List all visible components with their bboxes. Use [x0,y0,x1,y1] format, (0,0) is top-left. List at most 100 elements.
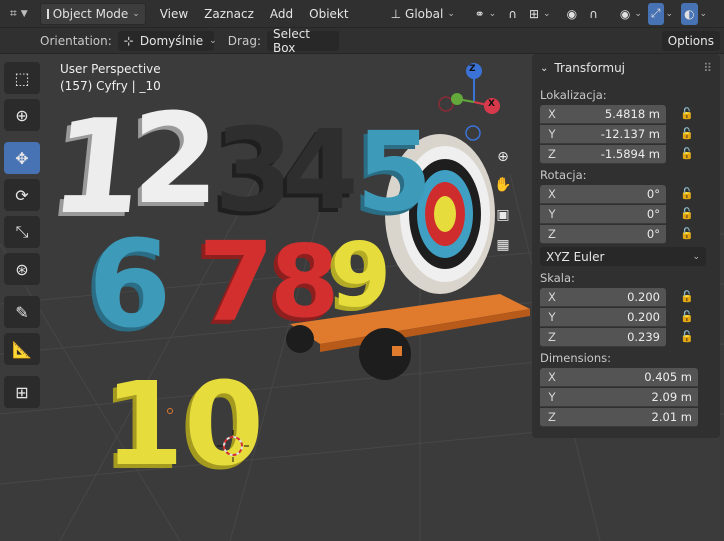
scale-z-field[interactable]: Z 0.239 [540,327,666,347]
orientation-dropdown[interactable]: ⊹ Domyślnie ⌄ [117,30,217,51]
object-info: (157) Cyfry | _10 [60,79,161,93]
chevron-down-icon: ⌄ [488,8,497,19]
lock-icon[interactable]: 🔓 [680,207,694,221]
viewport-header: ⌗ ▼ Object Mode ⌄ View Zaznacz Add Obiekt… [0,0,724,28]
cursor-tool[interactable]: ⊕ [4,99,40,131]
axis-label: X [548,186,556,201]
scale-label: Skala: [540,271,575,285]
dimensions-z-field[interactable]: Z 2.01 m [540,407,698,427]
panel-header[interactable]: ⌄ Transformuj ⠿ [532,54,720,82]
crosshair-cursor-icon: ⊕ [15,105,29,125]
chevron-down-icon: ⌄ [540,62,549,74]
pencil-icon: ✎ [15,302,29,322]
snap-target-button[interactable]: ⊞ ⌄ [523,3,557,25]
rotation-z-row: Z 0° 🔓 [532,224,720,244]
visibility-button[interactable]: ◉ ⌄ [614,3,648,25]
dimensions-y-field[interactable]: Y 2.09 m [540,387,698,407]
orientation-label: Global [405,6,444,21]
orientation-value: Domyślnie [139,33,204,48]
eye-icon: ◉ [619,6,631,21]
transform-orientation-select[interactable]: ⊥ Global ⌄ [385,3,465,25]
lock-icon[interactable]: 🔓 [680,127,694,141]
gizmo-toggle[interactable]: ⤢ [647,2,664,25]
scale-tool[interactable]: ⤡ [4,216,40,248]
orientation-icon: ⊹ [123,33,134,48]
rotation-y-row: Y 0° 🔓 [532,204,720,224]
drag-dropdown[interactable]: Select Box [266,27,339,55]
scale-icon: ⤡ [15,222,29,241]
lock-icon[interactable]: 🔓 [680,330,694,344]
transform-tool[interactable]: ⊛ [4,253,40,285]
snap-toggle[interactable]: ∩ [502,3,523,25]
overlays-toggle[interactable]: ◐ [681,2,698,25]
field-value: 0.405 m [644,369,692,384]
rotation-mode-dropdown[interactable]: XYZ Euler ⌄ [540,247,706,266]
camera-icon[interactable]: ▣ [491,204,515,226]
location-y-field[interactable]: Y -12.137 m [540,124,666,144]
lock-icon[interactable]: 🔓 [680,310,694,324]
proportional-edit-toggle[interactable]: ◉ [561,3,583,25]
rotation-y-field[interactable]: Y 0° [540,204,666,224]
grid-perspective-icon[interactable]: ▦ [491,234,515,256]
falloff-button[interactable]: ∩ [583,3,604,25]
proportional-edit-icon: ◉ [566,6,578,21]
hand-pan-icon[interactable]: ✋ [491,174,515,196]
drag-label: Drag: [227,33,261,48]
drag-handle-icon[interactable]: ⠿ [703,61,712,75]
menu-add[interactable]: Add [262,3,301,25]
add-cube-tool[interactable]: ⊞ [4,376,40,408]
zoom-icon[interactable]: ⊕ [491,146,515,168]
overlays-menu-button[interactable]: ⌄ [698,3,710,25]
location-x-row: X 5.4818 m 🔓 [532,104,720,124]
location-y-row: Y -12.137 m 🔓 [532,124,720,144]
rotation-z-field[interactable]: Z 0° [540,224,666,244]
pivot-icon: ⚭ [474,6,485,21]
svg-text:5: 5 [356,108,433,236]
lock-icon[interactable]: 🔓 [680,147,694,161]
rotate-icon: ⟳ [15,185,29,205]
lock-icon[interactable]: 🔓 [680,227,694,241]
svg-text:7: 7 [198,218,275,346]
rotation-label: Rotacja: [540,168,587,182]
chevron-down-icon: ⌄ [699,8,708,19]
menu-select[interactable]: Zaznacz [196,3,262,25]
chevron-down-icon: ⌄ [634,8,642,19]
axis-label: Z [548,409,556,424]
gizmo-menu-button[interactable]: ⌄ [664,3,676,25]
cursor-select-icon: ⬚ [14,68,30,88]
location-x-field[interactable]: X 5.4818 m [540,104,666,124]
mode-select[interactable]: Object Mode ⌄ [39,2,146,25]
annotate-tool[interactable]: ✎ [4,296,40,328]
rotation-x-field[interactable]: X 0° [540,184,666,204]
chevron-down-icon: ⌄ [132,8,140,19]
dimensions-x-field[interactable]: X 0.405 m [540,367,698,387]
select-tool[interactable]: ⬚ [4,62,40,94]
rotate-tool[interactable]: ⟳ [4,179,40,211]
lock-icon[interactable]: 🔓 [680,290,694,304]
panel-title: Transformuj [554,61,626,75]
rotation-x-row: X 0° 🔓 [532,184,720,204]
options-button[interactable]: Options [661,31,720,51]
rotation-mode-value: XYZ Euler [546,249,605,264]
scale-x-field[interactable]: X 0.200 [540,287,666,307]
location-z-field[interactable]: Z -1.5894 m [540,144,666,164]
field-value: 0.200 [627,309,660,324]
lock-icon[interactable]: 🔓 [680,107,694,121]
location-label: Lokalizacja: [540,88,607,102]
scale-y-field[interactable]: Y 0.200 [540,307,666,327]
chevron-down-icon: ⌄ [692,251,700,262]
gizmo-x-label: X [488,99,495,109]
digits-row-3: 10 10 [100,358,264,496]
menu-object[interactable]: Obiekt [301,3,356,25]
dimensions-z-row: Z 2.01 m [532,407,720,427]
snap-target-icon: ⊞ [528,6,540,21]
editor-type-button[interactable]: ⌗ ▼ [4,3,34,25]
falloff-curve-icon: ∩ [589,6,598,21]
drag-value: Select Box [272,26,311,55]
measure-tool[interactable]: 📐 [4,333,40,365]
menu-view[interactable]: View [152,3,196,25]
ruler-icon: 📐 [12,339,32,359]
pivot-point-button[interactable]: ⚭ ⌄ [469,3,503,25]
move-tool[interactable]: ✥ [4,142,40,174]
lock-icon[interactable]: 🔓 [680,187,694,201]
